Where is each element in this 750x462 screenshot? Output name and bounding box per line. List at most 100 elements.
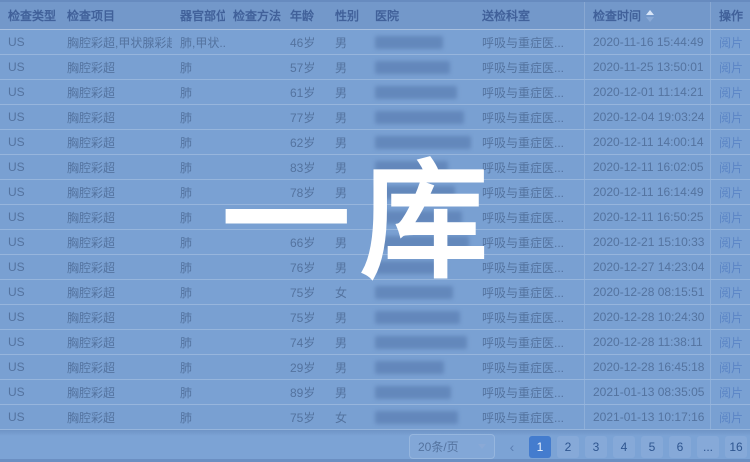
read-film-link[interactable]: 阅片 (719, 59, 743, 76)
cell-gender: 男 (327, 305, 367, 329)
cell-department: 呼吸与重症医... (474, 280, 584, 304)
read-film-link[interactable]: 阅片 (719, 284, 743, 301)
table-row: US 胸腔彩超 肺 77岁 男 呼吸与重症医... 2020-12-04 19:… (0, 105, 750, 130)
chevron-down-icon (478, 444, 486, 449)
cell-exam-time: 2020-12-28 16:45:18 (584, 355, 710, 379)
cell-age: 46岁 (282, 30, 327, 54)
cell-department: 呼吸与重症医... (474, 180, 584, 204)
cell-hospital (367, 105, 474, 129)
cell-exam-type: US (0, 105, 59, 129)
page-button-5[interactable]: 5 (641, 436, 663, 458)
cell-method (225, 180, 282, 204)
cell-gender: 男 (327, 30, 367, 54)
cell-exam-project: 胸腔彩超 (59, 55, 172, 79)
read-film-link[interactable]: 阅片 (719, 84, 743, 101)
cell-exam-time: 2020-12-11 14:00:14 (584, 130, 710, 154)
cell-exam-type: US (0, 130, 59, 154)
cell-exam-type: US (0, 155, 59, 179)
column-header-label: 检查方法 (233, 7, 281, 24)
cell-age: 78岁 (282, 180, 327, 204)
page-button-3[interactable]: 3 (585, 436, 607, 458)
cell-action: 阅片 (710, 30, 750, 54)
cell-age: 75岁 (282, 405, 327, 429)
column-header-label: 性别 (335, 7, 359, 24)
cell-gender: 男 (327, 330, 367, 354)
cell-age: 62岁 (282, 130, 327, 154)
cell-gender: 男 (327, 130, 367, 154)
column-header-label: 送检科室 (482, 7, 530, 24)
read-film-link[interactable]: 阅片 (719, 209, 743, 226)
read-film-link[interactable]: 阅片 (719, 334, 743, 351)
read-film-link[interactable]: 阅片 (719, 234, 743, 251)
cell-exam-project: 胸腔彩超 (59, 380, 172, 404)
read-film-link[interactable]: 阅片 (719, 109, 743, 126)
exam-list-screen: 检查类型检查项目器官部位检查方法年龄性别医院送检科室检查时间操作 US 胸腔彩超… (0, 0, 750, 462)
page-button-16[interactable]: 16 (725, 436, 747, 458)
read-film-link[interactable]: 阅片 (719, 409, 743, 426)
page-button-2[interactable]: 2 (557, 436, 579, 458)
table-header-row: 检查类型检查项目器官部位检查方法年龄性别医院送检科室检查时间操作 (0, 2, 750, 30)
cell-age: 57岁 (282, 55, 327, 79)
table-row: US 胸腔彩超 肺 29岁 男 呼吸与重症医... 2020-12-28 16:… (0, 355, 750, 380)
read-film-link[interactable]: 阅片 (719, 384, 743, 401)
table-row: US 胸腔彩超 肺 76岁 女 呼吸与重症医... 2020-12-11 16:… (0, 205, 750, 230)
cell-exam-time: 2020-12-28 11:38:11 (584, 330, 710, 354)
redacted-hospital-name (375, 36, 443, 49)
page-size-select[interactable]: 20条/页 (409, 434, 495, 459)
read-film-link[interactable]: 阅片 (719, 134, 743, 151)
cell-action: 阅片 (710, 305, 750, 329)
read-film-link[interactable]: 阅片 (719, 359, 743, 376)
cell-exam-project: 胸腔彩超 (59, 105, 172, 129)
pagination-controls: 20条/页 ‹ 123456... 16 (409, 434, 747, 459)
redacted-hospital-name (375, 361, 444, 374)
page-button-4[interactable]: 4 (613, 436, 635, 458)
column-header-organ: 器官部位 (172, 2, 225, 29)
cell-gender: 女 (327, 405, 367, 429)
cell-gender: 男 (327, 230, 367, 254)
more-pages-button[interactable]: ... (697, 436, 719, 458)
table-row: US 胸腔彩超 肺 78岁 男 呼吸与重症医... 2020-12-11 16:… (0, 180, 750, 205)
cell-department: 呼吸与重症医... (474, 155, 584, 179)
cell-organ: 肺 (172, 230, 225, 254)
cell-gender: 男 (327, 255, 367, 279)
cell-organ: 肺 (172, 55, 225, 79)
cell-organ: 肺 (172, 80, 225, 104)
read-film-link[interactable]: 阅片 (719, 184, 743, 201)
cell-age: 76岁 (282, 205, 327, 229)
column-header-time[interactable]: 检查时间 (584, 2, 710, 29)
cell-exam-type: US (0, 355, 59, 379)
cell-exam-project: 胸腔彩超,甲状腺彩超 (59, 30, 172, 54)
cell-department: 呼吸与重症医... (474, 55, 584, 79)
cell-gender: 男 (327, 355, 367, 379)
page-button-6[interactable]: 6 (669, 436, 691, 458)
cell-exam-time: 2020-12-04 19:03:24 (584, 105, 710, 129)
cell-department: 呼吸与重症医... (474, 205, 584, 229)
redacted-hospital-name (375, 261, 446, 274)
read-film-link[interactable]: 阅片 (719, 259, 743, 276)
column-header-action: 操作 (710, 2, 750, 29)
cell-exam-type: US (0, 330, 59, 354)
cell-exam-project: 胸腔彩超 (59, 330, 172, 354)
prev-page-button[interactable]: ‹ (501, 436, 523, 458)
cell-exam-type: US (0, 180, 59, 204)
cell-exam-project: 胸腔彩超 (59, 280, 172, 304)
cell-hospital (367, 155, 474, 179)
table-row: US 胸腔彩超 肺 75岁 男 呼吸与重症医... 2020-12-28 10:… (0, 305, 750, 330)
cell-method (225, 330, 282, 354)
table-body: US 胸腔彩超,甲状腺彩超 肺,甲状... 46岁 男 呼吸与重症医... 20… (0, 30, 750, 430)
read-film-link[interactable]: 阅片 (719, 309, 743, 326)
page-button-1[interactable]: 1 (529, 436, 551, 458)
cell-method (225, 355, 282, 379)
read-film-link[interactable]: 阅片 (719, 34, 743, 51)
cell-age: 83岁 (282, 155, 327, 179)
cell-age: 77岁 (282, 105, 327, 129)
cell-exam-time: 2021-01-13 08:35:05 (584, 380, 710, 404)
read-film-link[interactable]: 阅片 (719, 159, 743, 176)
cell-hospital (367, 30, 474, 54)
cell-organ: 肺 (172, 255, 225, 279)
table-row: US 胸腔彩超 肺 75岁 女 呼吸与重症医... 2021-01-13 10:… (0, 405, 750, 430)
page-number-list: 123456... 16 (529, 436, 747, 458)
cell-age: 75岁 (282, 305, 327, 329)
column-header-label: 器官部位 (180, 7, 225, 24)
sort-caret-icon[interactable] (646, 10, 654, 22)
